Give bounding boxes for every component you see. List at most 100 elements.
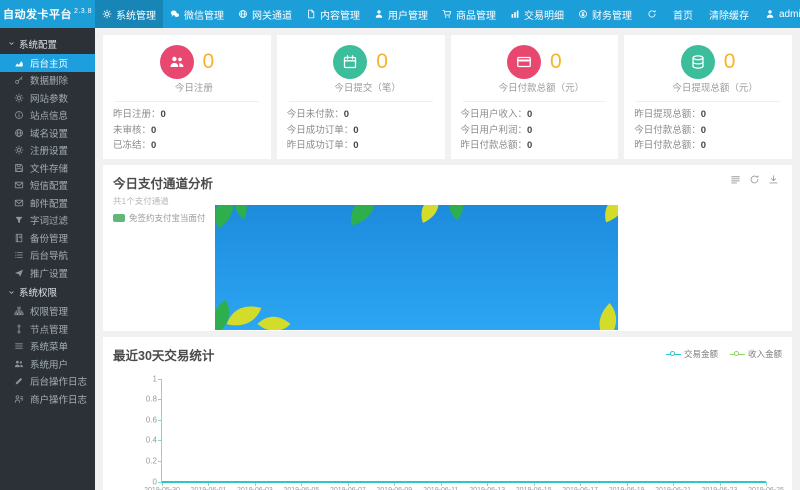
sidebar-item-label: 网站参数 xyxy=(30,91,68,105)
stat-row: 已冻结：0 xyxy=(113,138,261,154)
chart-toolbox xyxy=(730,174,779,185)
sidebar-item[interactable]: 数据删除 xyxy=(0,72,95,90)
download-icon[interactable] xyxy=(768,174,779,185)
sidebar-item-label: 系统用户 xyxy=(30,357,68,371)
pay-legend-item[interactable]: 免签约支付宝当面付 xyxy=(113,212,206,224)
cart-icon xyxy=(442,9,452,19)
x-axis-tick xyxy=(766,482,767,486)
sidebar-item[interactable]: 权限管理 xyxy=(0,303,95,321)
x-axis-tick-label: 2019-05-30 xyxy=(144,487,180,490)
data-view-icon[interactable] xyxy=(730,174,741,185)
stat-row: 昨日付款总额：0 xyxy=(634,138,782,154)
user-menu[interactable]: admin xyxy=(757,0,800,28)
stat-value: 0 xyxy=(550,45,562,79)
restore-icon[interactable] xyxy=(749,174,760,185)
file-icon xyxy=(306,9,316,19)
y-axis-tick-label: 1 xyxy=(153,374,157,383)
divider xyxy=(636,101,780,102)
gear-icon xyxy=(13,93,24,103)
sidebar-item[interactable]: 域名设置 xyxy=(0,124,95,142)
x-axis-tick-label: 2019-06-05 xyxy=(283,487,319,490)
sidebar-item-label: 推广设置 xyxy=(30,266,68,280)
chart-legend: 交易金额收入金额 xyxy=(666,348,782,360)
top-menu-label: 微信管理 xyxy=(184,7,224,22)
clear-cache-link[interactable]: 清除缓存 xyxy=(701,0,757,28)
menu-icon xyxy=(13,341,24,351)
payment-channel-panel: 今日支付通道分析 共1个支付通道 免签约支付宝当面付 xyxy=(103,165,792,331)
stat-row-value: 0 xyxy=(353,125,358,136)
leaf-decoration xyxy=(598,205,618,224)
stat-row: 今日付款总额：0 xyxy=(634,123,782,139)
sidebar-item[interactable]: 商户操作日志 xyxy=(0,390,95,408)
refresh-button[interactable] xyxy=(639,0,665,28)
stat-row-value: 0 xyxy=(701,140,706,151)
x-axis-tick-label: 2019-06-13 xyxy=(469,487,505,490)
sidebar-item-label: 节点管理 xyxy=(30,322,68,336)
stat-row-value: 0 xyxy=(151,125,156,136)
sitemap-icon xyxy=(13,306,24,316)
paper-plane-icon xyxy=(13,268,24,278)
stat-row-value: 0 xyxy=(344,109,349,120)
topbar: 自动发卡平台2.3.8 系统管理 微信管理网关通道内容管理用户管理商品管理交易明细… xyxy=(0,0,800,28)
sidebar-item[interactable]: 后台主页 xyxy=(0,54,95,72)
sidebar-item-label: 备份管理 xyxy=(30,231,68,245)
sidebar-item[interactable]: 节点管理 xyxy=(0,320,95,338)
top-menu-item[interactable]: 财务管理 xyxy=(571,0,639,28)
sidebar-item[interactable]: 字词过滤 xyxy=(0,212,95,230)
legend-item[interactable]: 交易金额 xyxy=(666,348,718,360)
sidebar-item[interactable]: 备份管理 xyxy=(0,229,95,247)
stat-row-label: 昨日提现总额 xyxy=(634,109,691,120)
stat-row-label: 今日用户收入 xyxy=(461,109,518,120)
database-badge xyxy=(681,45,715,79)
stat-label: 今日提交（笔） xyxy=(287,80,435,94)
x-axis-tick-label: 2019-06-17 xyxy=(562,487,598,490)
sidebar-item[interactable]: 短信配置 xyxy=(0,177,95,195)
top-menu-item[interactable]: 网关通道 xyxy=(231,0,299,28)
top-menu-item[interactable]: 用户管理 xyxy=(367,0,435,28)
series-line xyxy=(162,481,766,483)
sidebar-item[interactable]: 网站参数 xyxy=(0,89,95,107)
y-axis-tick-label: 0.4 xyxy=(146,436,157,445)
legend-label: 交易金额 xyxy=(684,348,718,360)
stat-row-label: 今日用户利润 xyxy=(461,125,518,136)
sidebar-item[interactable]: 后台操作日志 xyxy=(0,373,95,391)
legend-marker-icon xyxy=(666,350,681,358)
wechat-icon xyxy=(170,9,180,19)
home-link[interactable]: 首页 xyxy=(665,0,701,28)
x-axis-tick-label: 2019-06-19 xyxy=(609,487,645,490)
top-menu-item[interactable]: 交易明细 xyxy=(503,0,571,28)
sidebar-group[interactable]: 系统权限 xyxy=(0,282,95,303)
sidebar-item[interactable]: 站点信息 xyxy=(0,107,95,125)
legend-label: 免签约支付宝当面付 xyxy=(129,212,206,224)
credit-card-icon xyxy=(516,54,532,70)
gear-icon xyxy=(13,145,24,155)
sidebar-group[interactable]: 系统配置 xyxy=(0,33,95,54)
top-menu-item[interactable]: 系统管理 xyxy=(95,0,163,28)
top-menu-item[interactable]: 微信管理 xyxy=(163,0,231,28)
sidebar-item[interactable]: 注册设置 xyxy=(0,142,95,160)
brand-logo[interactable]: 自动发卡平台2.3.8 xyxy=(0,0,95,28)
sidebar-item[interactable]: 推广设置 xyxy=(0,264,95,282)
sidebar-item[interactable]: 系统菜单 xyxy=(0,338,95,356)
sidebar-item[interactable]: 系统用户 xyxy=(0,355,95,373)
sidebar-item-label: 文件存储 xyxy=(30,161,68,175)
legend-item[interactable]: 收入金额 xyxy=(730,348,782,360)
sidebar-item[interactable]: 文件存储 xyxy=(0,159,95,177)
y-axis-tick xyxy=(158,379,162,380)
bar-chart-icon xyxy=(510,9,520,19)
top-menu-label: 财务管理 xyxy=(592,7,632,22)
stat-row: 昨日付款总额：0 xyxy=(461,138,609,154)
envelope-icon xyxy=(13,180,24,190)
envelope-icon xyxy=(13,198,24,208)
calendar-badge xyxy=(333,45,367,79)
top-menu-item[interactable]: 商品管理 xyxy=(435,0,503,28)
filter-icon xyxy=(13,215,24,225)
stat-row: 昨日注册：0 xyxy=(113,107,261,123)
user-name: admin xyxy=(779,9,800,20)
leaf-decoration xyxy=(587,300,618,329)
top-menu-item[interactable]: 内容管理 xyxy=(299,0,367,28)
sidebar-item[interactable]: 后台导航 xyxy=(0,247,95,265)
user-icon xyxy=(374,9,384,19)
sidebar-item[interactable]: 邮件配置 xyxy=(0,194,95,212)
stat-row-label: 未审核 xyxy=(113,125,142,136)
